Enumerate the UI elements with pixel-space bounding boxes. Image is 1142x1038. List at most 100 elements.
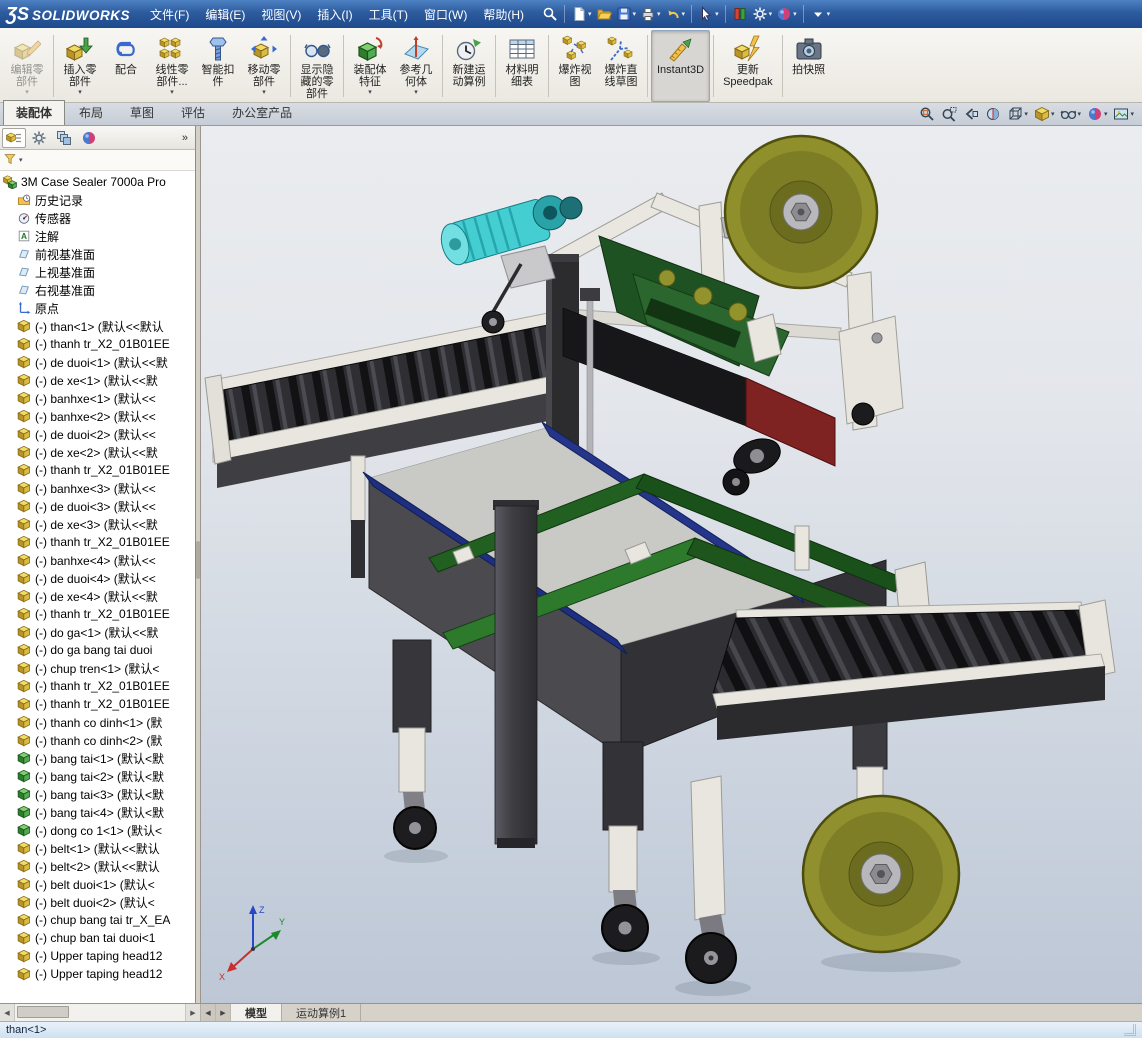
tree-item[interactable]: (-) banhxe<2> (默认<< <box>3 407 195 425</box>
tree-item[interactable]: 历史记录 <box>3 191 195 209</box>
tree-item[interactable]: (-) de xe<2> (默认<<默 <box>3 443 195 461</box>
tree-item[interactable]: (-) bang tai<1> (默认<默 <box>3 749 195 767</box>
panel-tab-display-manager[interactable] <box>77 128 101 148</box>
update-speedpak-button[interactable]: 更新Speedpak <box>717 30 779 102</box>
new-motion-study-button[interactable]: 新建运动算例 <box>446 30 492 102</box>
tree-item[interactable]: (-) chup tren<1> (默认< <box>3 659 195 677</box>
tree-item[interactable]: (-) thanh tr_X2_01B01EE <box>3 695 195 713</box>
section-view-button[interactable] <box>983 105 1003 123</box>
tree-item[interactable]: (-) thanh tr_X2_01B01EE <box>3 461 195 479</box>
tree-item[interactable]: (-) thanh tr_X2_01B01EE <box>3 677 195 695</box>
panel-tab-property-manager[interactable] <box>27 128 51 148</box>
scroll-thumb[interactable] <box>17 1006 69 1018</box>
insert-components-button[interactable]: 插入零部件▾ <box>57 30 103 102</box>
exploded-view-button[interactable]: 爆炸视图 <box>552 30 598 102</box>
tree-item[interactable]: (-) de duoi<4> (默认<< <box>3 569 195 587</box>
save-button[interactable]: ▾ <box>614 3 639 25</box>
tree-item[interactable]: (-) do ga bang tai duoi <box>3 641 195 659</box>
search-button[interactable] <box>540 3 560 25</box>
edit-appearance-button[interactable]: ▾ <box>1085 105 1110 123</box>
tree-item[interactable]: A注解 <box>3 227 195 245</box>
previous-view-button[interactable] <box>961 105 981 123</box>
model-tab-运动算例1[interactable]: 运动算例1 <box>282 1004 361 1021</box>
zoom-area-button[interactable] <box>939 105 959 123</box>
tab-nav-prev[interactable]: ◀ <box>201 1004 216 1021</box>
lower-tape-roll[interactable] <box>803 796 959 952</box>
tree-item[interactable]: 右视基准面 <box>3 281 195 299</box>
tree-item[interactable]: (-) de xe<1> (默认<<默 <box>3 371 195 389</box>
tree-item[interactable]: (-) thanh tr_X2_01B01EE <box>3 605 195 623</box>
tree-item[interactable]: (-) bang tai<4> (默认<默 <box>3 803 195 821</box>
tab-nav-next[interactable]: ▶ <box>216 1004 231 1021</box>
tab-装配体[interactable]: 装配体 <box>3 100 65 125</box>
hide-show-items-button[interactable]: ▾ <box>1058 105 1083 123</box>
tree-item[interactable]: (-) dong co 1<1> (默认< <box>3 821 195 839</box>
tree-item[interactable]: (-) bang tai<3> (默认<默 <box>3 785 195 803</box>
tree-item[interactable]: (-) banhxe<3> (默认<< <box>3 479 195 497</box>
tree-item[interactable]: (-) chup bang tai tr_X_EA <box>3 911 195 929</box>
resize-grip[interactable] <box>1124 1024 1136 1036</box>
tree-item[interactable]: 前视基准面 <box>3 245 195 263</box>
panel-expand-button[interactable]: » <box>177 132 193 144</box>
upper-tape-roll[interactable] <box>725 136 877 288</box>
options-button[interactable]: ▾ <box>750 3 775 25</box>
new-document-button[interactable]: ▾ <box>569 3 594 25</box>
print-button[interactable]: ▾ <box>638 3 663 25</box>
tree-item[interactable]: 原点 <box>3 299 195 317</box>
tree-item[interactable]: (-) de duoi<2> (默认<< <box>3 425 195 443</box>
smart-fasteners-button[interactable]: 智能扣件 <box>195 30 241 102</box>
center-post[interactable] <box>493 500 539 848</box>
tree-root[interactable]: 3M Case Sealer 7000a Pro <box>3 173 195 191</box>
menu-3[interactable]: 视图(V) <box>253 2 309 27</box>
menu-6[interactable]: 窗口(W) <box>416 2 475 27</box>
panel-tab-configuration-manager[interactable] <box>52 128 76 148</box>
scroll-left-button[interactable]: ◀ <box>0 1004 15 1021</box>
tree-item[interactable]: 传感器 <box>3 209 195 227</box>
tree-item[interactable]: (-) Upper taping head12 <box>3 947 195 965</box>
display-style-button[interactable]: ▾ <box>1032 105 1057 123</box>
tree-item[interactable]: (-) thanh co dinh<1> (默 <box>3 713 195 731</box>
undo-button[interactable]: ▾ <box>663 3 688 25</box>
tree-item[interactable]: (-) bang tai<2> (默认<默 <box>3 767 195 785</box>
bill-of-materials-button[interactable]: 材料明细表 <box>499 30 545 102</box>
tree-item[interactable]: (-) banhxe<4> (默认<< <box>3 551 195 569</box>
select-button[interactable]: ▾ <box>696 3 721 25</box>
appearance-button[interactable]: ▾ <box>774 3 799 25</box>
rebuild-button[interactable] <box>730 3 750 25</box>
panel-horizontal-scrollbar[interactable]: ◀ ▶ <box>0 1004 201 1021</box>
menu-1[interactable]: 文件(F) <box>142 2 197 27</box>
open-button[interactable] <box>594 3 614 25</box>
model-tab-模型[interactable]: 模型 <box>231 1004 282 1021</box>
tree-item[interactable]: 上视基准面 <box>3 263 195 281</box>
toolbar-overflow-button[interactable]: ▾ <box>808 3 833 25</box>
tree-item[interactable]: (-) thanh tr_X2_01B01EE <box>3 533 195 551</box>
take-snapshot-button[interactable]: 拍快照 <box>786 30 832 102</box>
apply-scene-button[interactable]: ▾ <box>1111 105 1136 123</box>
filter-funnel-icon[interactable] <box>3 152 17 169</box>
menu-5[interactable]: 工具(T) <box>361 2 416 27</box>
tree-item[interactable]: (-) de xe<3> (默认<<默 <box>3 515 195 533</box>
splitter-grip[interactable] <box>196 541 200 579</box>
right-head-bracket[interactable] <box>839 316 903 425</box>
tree-item[interactable]: (-) thanh co dinh<2> (默 <box>3 731 195 749</box>
zoom-fit-button[interactable] <box>917 105 937 123</box>
outfeed-conveyor[interactable] <box>713 600 1115 740</box>
tree-item[interactable]: (-) belt duoi<2> (默认< <box>3 893 195 911</box>
graphics-area[interactable]: Z Y X <box>201 126 1142 1003</box>
tab-办公室产品[interactable]: 办公室产品 <box>219 100 305 125</box>
tree-item[interactable]: (-) banhxe<1> (默认<< <box>3 389 195 407</box>
tree-item[interactable]: (-) Upper taping head12 <box>3 965 195 983</box>
reference-geometry-button[interactable]: 参考几何体▾ <box>393 30 439 102</box>
filter-caret-icon[interactable]: ▾ <box>19 156 23 164</box>
tab-布局[interactable]: 布局 <box>66 100 116 125</box>
tab-评估[interactable]: 评估 <box>168 100 218 125</box>
tree-item[interactable]: (-) than<1> (默认<<默认 <box>3 317 195 335</box>
scroll-right-button[interactable]: ▶ <box>185 1004 200 1021</box>
menu-7[interactable]: 帮助(H) <box>475 2 532 27</box>
tree-item[interactable]: (-) de xe<4> (默认<<默 <box>3 587 195 605</box>
linear-component-pattern-button[interactable]: 线性零部件...▾ <box>149 30 195 102</box>
explode-line-sketch-button[interactable]: 爆炸直线草图 <box>598 30 644 102</box>
instant3d-button[interactable]: Instant3D <box>651 30 710 102</box>
tree-item[interactable]: (-) do ga<1> (默认<<默 <box>3 623 195 641</box>
tree-item[interactable]: (-) chup ban tai duoi<1 <box>3 929 195 947</box>
